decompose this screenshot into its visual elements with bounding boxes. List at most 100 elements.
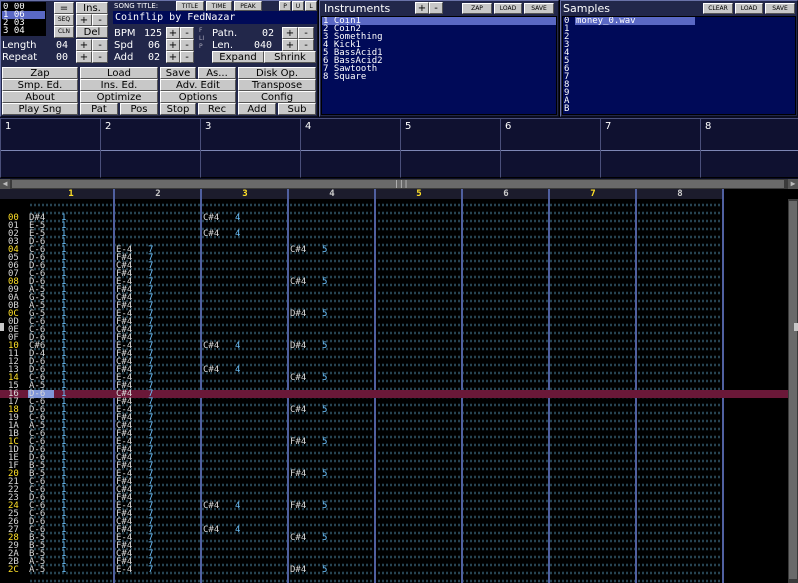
load-button[interactable]: Load bbox=[80, 67, 158, 79]
sequence-list[interactable]: 0 00 1 06 2 03 3 04 bbox=[1, 2, 46, 36]
sample-list[interactable]: 0 1 2 3 4 5 6 7 8 9 A B money_0.wav bbox=[562, 16, 796, 115]
note-cell[interactable]: C#4 bbox=[290, 374, 306, 383]
save-as-button[interactable]: As... bbox=[198, 67, 236, 79]
sequence-row[interactable]: 3 04 bbox=[2, 27, 45, 36]
repeat-plus-button[interactable]: + bbox=[76, 51, 92, 63]
instrument-cell[interactable]: 4 bbox=[235, 230, 240, 239]
play-pattern-button[interactable]: Pat bbox=[80, 103, 118, 115]
note-cell[interactable]: C#4 bbox=[203, 526, 219, 535]
instruments-plus-button[interactable]: + bbox=[415, 2, 429, 14]
note-cell[interactable]: C#4 bbox=[203, 214, 219, 223]
scope-channel-6[interactable]: 6 bbox=[500, 118, 600, 178]
patn-minus-button[interactable]: - bbox=[298, 27, 314, 39]
instruments-zap-button[interactable]: ZAP bbox=[462, 3, 492, 14]
sub-button[interactable]: Sub bbox=[278, 103, 316, 115]
channel-header-4[interactable]: 4 bbox=[289, 189, 376, 199]
channel-header-2[interactable]: 2 bbox=[115, 189, 202, 199]
samples-clear-button[interactable]: CLEAR bbox=[703, 3, 733, 14]
instrument-cell[interactable]: 5 bbox=[322, 278, 327, 287]
channel-header-8[interactable]: 8 bbox=[637, 189, 724, 199]
instrument-cell[interactable]: 5 bbox=[322, 374, 327, 383]
note-cell[interactable]: A-5 bbox=[29, 566, 45, 575]
scope-channel-8[interactable]: 8 bbox=[700, 118, 798, 178]
shrink-button[interactable]: Shrink bbox=[264, 51, 316, 63]
instrument-cell[interactable]: 4 bbox=[235, 502, 240, 511]
spd-minus-button[interactable]: - bbox=[180, 39, 194, 51]
channel-header-1[interactable]: 1 bbox=[28, 189, 115, 199]
instrument-cell[interactable]: 4 bbox=[235, 366, 240, 375]
save-button[interactable]: Save bbox=[160, 67, 196, 79]
seq-button[interactable]: SEQ bbox=[54, 14, 74, 26]
len-minus-button[interactable]: - bbox=[298, 39, 314, 51]
instruments-minus-button[interactable]: - bbox=[429, 2, 443, 14]
play-song-button[interactable]: Play Sng bbox=[2, 103, 78, 115]
scope-channel-3[interactable]: 3 bbox=[200, 118, 300, 178]
channel-header-5[interactable]: 5 bbox=[376, 189, 463, 199]
scroll-right-icon[interactable]: ▶ bbox=[788, 179, 798, 189]
scope-channel-1[interactable]: 1 bbox=[0, 118, 100, 178]
note-cell[interactable]: C#4 bbox=[203, 502, 219, 511]
bpm-minus-button[interactable]: - bbox=[180, 27, 194, 39]
note-cell[interactable]: E-4 bbox=[116, 566, 132, 575]
zap-button[interactable]: Zap bbox=[2, 67, 78, 79]
note-cell[interactable]: C#4 bbox=[290, 278, 306, 287]
add-plus-button[interactable]: + bbox=[166, 51, 180, 63]
channel-scrollbar[interactable]: ◀ ||| ▶ bbox=[0, 179, 798, 189]
cln-button[interactable]: CLN bbox=[54, 26, 74, 38]
ins-ed-button[interactable]: Ins. Ed. bbox=[80, 79, 158, 91]
length-plus-button[interactable]: + bbox=[76, 39, 92, 51]
samples-save-button[interactable]: SAVE bbox=[765, 3, 795, 14]
instrument-cell[interactable]: 5 bbox=[322, 310, 327, 319]
instrument-cell[interactable]: 5 bbox=[322, 406, 327, 415]
sample-item-selected[interactable]: money_0.wav bbox=[575, 17, 695, 26]
scope-channel-2[interactable]: 2 bbox=[100, 118, 200, 178]
note-cell[interactable]: D#4 bbox=[290, 566, 306, 575]
play-pos-button[interactable]: Pos bbox=[120, 103, 158, 115]
p-button[interactable]: P bbox=[279, 1, 291, 11]
patn-plus-button[interactable]: + bbox=[282, 27, 298, 39]
u-button[interactable]: U bbox=[292, 1, 304, 11]
config-button[interactable]: Config bbox=[238, 91, 316, 103]
smp-ed-button[interactable]: Smp. Ed. bbox=[2, 79, 78, 91]
instrument-cell[interactable]: 5 bbox=[322, 534, 327, 543]
channel-header-3[interactable]: 3 bbox=[202, 189, 289, 199]
about-button[interactable]: About bbox=[2, 91, 78, 103]
note-cell[interactable]: C#4 bbox=[203, 230, 219, 239]
instrument-cell[interactable]: 5 bbox=[322, 470, 327, 479]
note-cell[interactable]: F#4 bbox=[290, 502, 306, 511]
song-title-field[interactable]: Coinflip by FedNazar bbox=[113, 11, 317, 24]
time-tab[interactable]: TIME bbox=[206, 1, 232, 11]
adv-edit-button[interactable]: Adv. Edit bbox=[160, 79, 236, 91]
instrument-cell[interactable]: 4 bbox=[235, 526, 240, 535]
pattern-scroll-thumb[interactable] bbox=[789, 201, 797, 579]
note-cell[interactable]: F#4 bbox=[290, 438, 306, 447]
instrument-cell[interactable]: 5 bbox=[322, 438, 327, 447]
note-cell[interactable]: D#4 bbox=[290, 342, 306, 351]
repeat-minus-button[interactable]: - bbox=[92, 51, 108, 63]
instrument-item[interactable]: 8 Square bbox=[322, 73, 556, 82]
add-button[interactable]: Add bbox=[238, 103, 276, 115]
note-cell[interactable]: C#4 bbox=[290, 246, 306, 255]
scope-channel-7[interactable]: 7 bbox=[600, 118, 700, 178]
length-minus-button[interactable]: - bbox=[92, 39, 108, 51]
instrument-cell[interactable]: 4 bbox=[235, 214, 240, 223]
instruments-save-button[interactable]: SAVE bbox=[524, 3, 554, 14]
seq-minus-button[interactable]: - bbox=[92, 14, 108, 26]
channel-header-7[interactable]: 7 bbox=[550, 189, 637, 199]
seq-plus-button[interactable]: + bbox=[76, 14, 92, 26]
del-button[interactable]: Del bbox=[76, 26, 108, 38]
note-cell[interactable]: F#4 bbox=[290, 470, 306, 479]
instrument-cell[interactable]: 5 bbox=[322, 566, 327, 575]
l-button[interactable]: L bbox=[305, 1, 317, 11]
note-cell[interactable]: C#4 bbox=[203, 366, 219, 375]
instrument-list[interactable]: 1 Coin1 2 Coin2 3 Something 4 Kick1 5 Ba… bbox=[321, 16, 557, 115]
note-cell[interactable]: C#4 bbox=[203, 342, 219, 351]
instrument-cell[interactable]: 7 bbox=[148, 566, 153, 575]
title-tab[interactable]: TITLE bbox=[176, 1, 204, 11]
instrument-cell[interactable]: 1 bbox=[61, 566, 66, 575]
bpm-plus-button[interactable]: + bbox=[166, 27, 180, 39]
instrument-cell[interactable]: 4 bbox=[235, 342, 240, 351]
note-cell[interactable]: D#4 bbox=[290, 310, 306, 319]
len-plus-button[interactable]: + bbox=[282, 39, 298, 51]
expand-button[interactable]: Expand bbox=[212, 51, 264, 63]
